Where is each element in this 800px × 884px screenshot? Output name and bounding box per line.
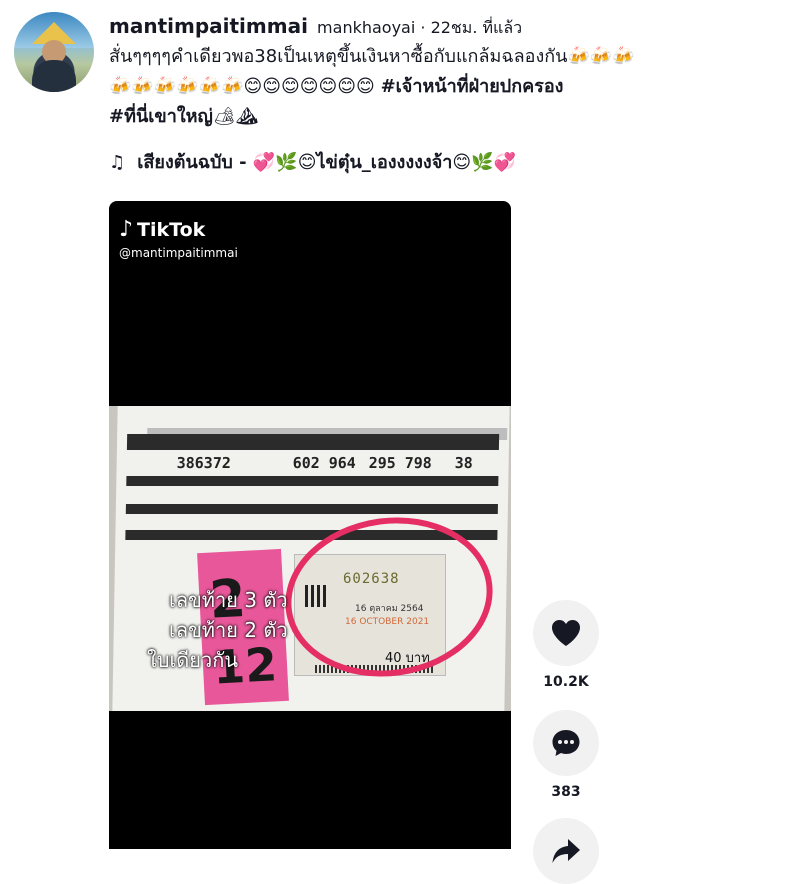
author-avatar[interactable] — [14, 12, 94, 92]
sheet-header-bar — [126, 434, 500, 450]
front3-number-2: 964 — [328, 454, 356, 472]
video-caption-line: เลขท้าย 2 ตัว — [169, 618, 288, 642]
author-nickname[interactable]: mankhaoyai — [317, 18, 415, 37]
like-count: 10.2K — [543, 674, 589, 690]
sheet-row-bar — [125, 504, 498, 514]
sheet-row-bar — [126, 476, 499, 486]
back2-number: 38 — [454, 454, 473, 472]
comment-action: 383 — [533, 710, 599, 800]
share-icon — [552, 839, 580, 863]
hashtag-link[interactable]: #เจ้าหน้าที่ฝ่ายปกครอง — [381, 76, 564, 97]
author-username[interactable]: mantimpaitimmai — [109, 14, 308, 38]
video-caption-line: ใบเดียวกัน — [147, 648, 239, 672]
author-line: mantimpaitimmai mankhaoyai · 22ชม. ที่แล… — [109, 14, 789, 40]
video-caption-line: เลขท้าย 3 ตัว — [169, 588, 288, 612]
comment-button[interactable] — [533, 710, 599, 776]
hashtag-link[interactable]: #ที่นี่เขาใหญ่ — [109, 106, 213, 127]
video-player[interactable]: ♪ TikTok @mantimpaitimmai 386372 602 964 … — [109, 201, 511, 849]
tiktok-logo-icon: ♪ — [119, 217, 134, 242]
music-title[interactable]: เสียงต้นฉบับ - 💞🌿😊ไข่ตุ๋น_เองงงงงจ้า😊🌿💞 — [137, 152, 516, 173]
post-description: สั่นๆๆๆๆคำเดียวพอ38เป็นเหตุขึ้นเงินหาซื้… — [109, 42, 769, 132]
back3-number-1: 295 — [368, 454, 396, 472]
share-button[interactable] — [533, 818, 599, 884]
description-text: สั่นๆๆๆๆคำเดียวพอ38เป็นเหตุขึ้นเงินหาซื้… — [109, 46, 635, 67]
watermark-handle: @mantimpaitimmai — [119, 246, 238, 260]
avatar-person-body — [32, 60, 76, 92]
comment-icon — [552, 730, 580, 756]
music-note-icon: ♫ — [109, 152, 126, 173]
share-action — [533, 818, 599, 884]
heart-icon — [552, 620, 580, 646]
back3-number-2: 798 — [404, 454, 432, 472]
music-link[interactable]: ♫ เสียงต้นฉบับ - 💞🌿😊ไข่ตุ๋น_เองงงงงจ้า😊🌿… — [109, 150, 516, 176]
description-emojis: 🍻🍻🍻🍻🍻🍻😊😊😊😊😊😊😊 — [109, 76, 375, 97]
like-action: 10.2K — [533, 600, 599, 690]
comment-count: 383 — [551, 784, 581, 800]
post-header: mantimpaitimmai mankhaoyai · 22ชม. ที่แล… — [109, 14, 789, 132]
separator-dot: · — [420, 18, 431, 37]
hashtag-emojis: 🏕⛰ — [212, 106, 259, 127]
video-frame: 386372 602 964 295 798 38 2 12 602638 16… — [109, 406, 511, 711]
first-prize-number: 386372 — [176, 454, 232, 472]
like-button[interactable] — [533, 600, 599, 666]
post-time: 22ชม. ที่แล้ว — [430, 18, 523, 37]
tiktok-watermark: ♪ TikTok — [119, 217, 205, 242]
front3-number-1: 602 — [292, 454, 320, 472]
watermark-logo-text: TikTok — [137, 219, 206, 241]
